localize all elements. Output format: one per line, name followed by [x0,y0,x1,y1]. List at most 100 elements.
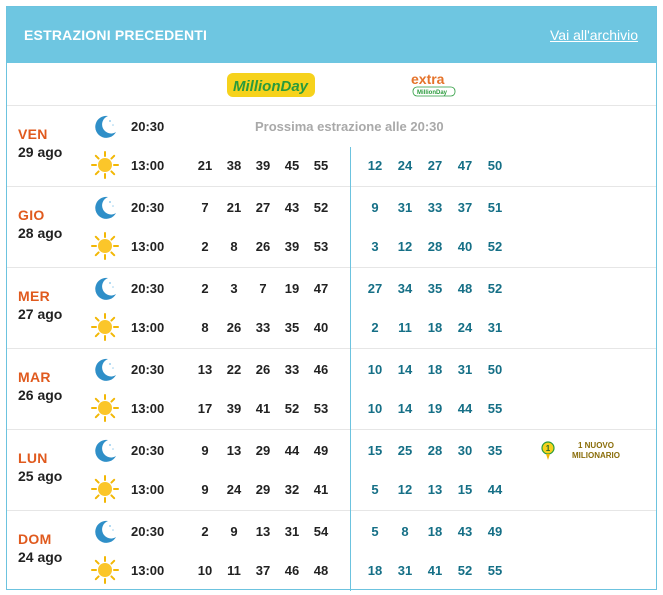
extra-number: 31 [457,362,473,377]
midday-draw: 13:00 21 38 39 45 55 12 24 27 47 50 [7,148,656,184]
main-number: 46 [313,362,329,377]
extra-number: 41 [427,563,443,578]
main-number: 13 [197,362,213,377]
main-number: 31 [284,524,300,539]
draw-time: 13:00 [131,239,165,254]
main-number: 9 [230,524,238,539]
midday-draw: 13:00 17 39 41 52 53 10 14 19 44 55 [7,391,656,427]
main-number: 55 [313,158,329,173]
main-number: 17 [197,401,213,416]
main-number: 26 [226,320,242,335]
main-number: 40 [313,320,329,335]
main-number: 27 [255,200,271,215]
midday-draw: 13:00 9 24 29 32 41 5 12 13 15 44 [7,472,656,508]
extra-number: 3 [371,239,379,254]
extra-number: 9 [371,200,379,215]
main-number: 32 [284,482,300,497]
extra-number: 50 [487,158,503,173]
draw-time: 13:00 [131,482,165,497]
extra-number: 10 [367,362,383,377]
main-number: 26 [255,239,271,254]
extra-number: 31 [397,563,413,578]
extra-number: 44 [457,401,473,416]
millionaire-label: 1 NUOVO MILIONARIO [561,441,631,461]
extra-number: 44 [487,482,503,497]
extra-number: 35 [427,281,443,296]
main-number: 11 [227,563,241,578]
main-number: 8 [201,320,209,335]
main-numbers: 7 21 27 43 52 [190,200,335,215]
svg-text:1: 1 [546,444,551,453]
main-number: 7 [201,200,209,215]
extra-number: 52 [487,281,503,296]
extra-number: 18 [367,563,383,578]
extra-numbers: 3 12 28 40 52 [360,239,510,254]
extra-number: 51 [487,200,503,215]
extra-number: 14 [397,401,413,416]
main-number: 21 [226,200,242,215]
draw-time: 20:30 [131,443,165,458]
extra-number: 40 [457,239,473,254]
extra-number: 30 [457,443,473,458]
main-numbers: 9 13 29 44 49 [190,443,335,458]
day-row: VEN 29 ago 20:30 Prossima estrazione all… [7,105,656,186]
extra-number: 48 [457,281,473,296]
sun-icon [91,232,119,260]
archive-link[interactable]: Vai all'archivio [550,27,638,43]
sun-icon [91,556,119,584]
draw-time: 20:30 [131,524,165,539]
main-number: 37 [255,563,271,578]
extra-number: 31 [487,320,503,335]
moon-icon [95,196,116,219]
main-number: 35 [284,320,300,335]
draws-panel: ESTRAZIONI PRECEDENTI Vai all'archivio M… [6,6,657,591]
main-number: 39 [284,239,300,254]
main-number: 26 [255,362,271,377]
extra-numbers: 10 14 19 44 55 [360,401,510,416]
evening-draw: 20:30 9 13 29 44 49 15 25 28 30 35 1 1 NUOVO MILIONA… [7,433,656,469]
extra-numbers: 18 31 41 52 55 [360,563,510,578]
extra-number: 28 [427,239,443,254]
main-number: 7 [259,281,267,296]
extra-number: 8 [401,524,409,539]
extra-number: 25 [397,443,413,458]
extra-number: 18 [427,320,443,335]
main-numbers: 13 22 26 33 46 [190,362,335,377]
main-number: 43 [284,200,300,215]
main-number: 2 [201,524,209,539]
extra-number: 47 [457,158,473,173]
main-number: 24 [226,482,242,497]
extra-number: 2 [371,320,379,335]
day-row: MAR 26 ago 20:30 13 22 26 33 46 10 14 18 31 50 13… [7,348,656,429]
main-number: 39 [255,158,271,173]
extra-number: 31 [397,200,413,215]
main-number: 29 [255,482,271,497]
main-number: 9 [201,482,209,497]
extra-number: 11 [398,320,412,335]
extra-number: 24 [397,158,413,173]
sun-icon [91,475,119,503]
main-number: 47 [313,281,329,296]
main-number: 3 [230,281,238,296]
main-number: 41 [313,482,329,497]
next-draw-notice: Prossima estrazione alle 20:30 [255,119,444,134]
extra-number: 55 [487,401,503,416]
main-numbers: 17 39 41 52 53 [190,401,335,416]
moon-icon [95,520,116,543]
extra-number: 27 [427,158,443,173]
main-number: 21 [197,158,213,173]
extra-number: 52 [487,239,503,254]
extra-number: 5 [371,482,379,497]
moon-icon [95,358,116,381]
evening-draw: 20:30 2 9 13 31 54 5 8 18 43 49 [7,514,656,550]
extra-numbers: 5 12 13 15 44 [360,482,510,497]
moon-icon [95,277,116,300]
main-number: 46 [284,563,300,578]
column-divider [350,147,351,591]
main-number: 53 [313,239,329,254]
day-row: MER 27 ago 20:30 2 3 7 19 47 27 34 35 48 52 13:00 [7,267,656,348]
midday-draw: 13:00 10 11 37 46 48 18 31 41 52 55 [7,553,656,589]
extra-number: 10 [367,401,383,416]
extra-number: 35 [487,443,503,458]
extra-numbers: 5 8 18 43 49 [360,524,510,539]
